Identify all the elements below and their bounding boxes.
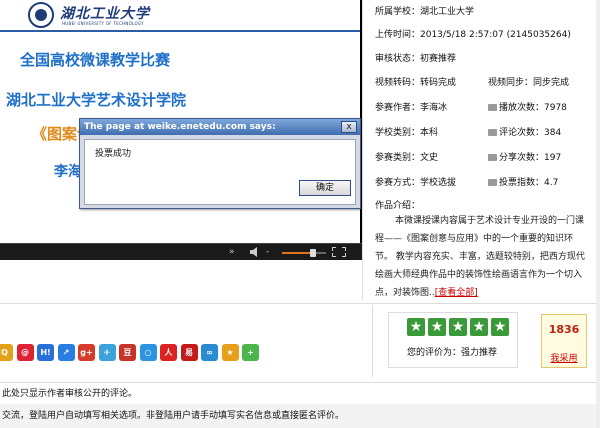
info-sync: 视频同步：同步完成 [488, 78, 570, 88]
xinhua-share-icon[interactable]: ★ [221, 344, 239, 361]
dialog-body: 投票成功 确定 [84, 139, 356, 205]
slide-title-1: 全国高校微课教学比赛 [20, 51, 171, 69]
university-logo-icon [28, 2, 54, 28]
plays-text: 播放次数：7978 [499, 103, 567, 113]
more-share-icon[interactable]: + [242, 344, 259, 361]
renren-share-icon[interactable]: @ [16, 344, 34, 361]
star-icon[interactable]: ★ [470, 318, 488, 336]
page-scrollbar[interactable] [596, 0, 600, 428]
people-share-icon[interactable]: 人 [160, 344, 177, 361]
wangyi-share-icon[interactable]: 易 [180, 344, 198, 361]
description: 本微课授课内容属于艺术设计专业开设的一门课程——《图案创意与应用》中的一个重要的… [375, 212, 590, 302]
vote-count: 1836 [548, 323, 580, 336]
info-school: 所属学校：湖北工业大学 [375, 7, 475, 17]
section-divider [0, 303, 600, 304]
comment-instructions: 交流，登陆用户自动填写相关选项。非登陆用户请手动填写实名信息或直接匿名评价。 [0, 404, 600, 428]
rating-panel: ★ ★ ★ ★ ★ 您的评价为：强力推荐 [388, 312, 518, 368]
star-icon[interactable]: ★ [491, 318, 509, 336]
comment-notice: 此处只显示作者审核公开的评论。 [0, 382, 600, 404]
info-intro-label: 作品介绍： [375, 201, 421, 211]
dialog-message: 投票成功 [95, 149, 132, 159]
info-school-category: 学校类别：本科 [375, 128, 439, 138]
twitter-share-icon[interactable]: ✈ [98, 344, 116, 361]
dialog-ok-button[interactable]: 确定 [299, 180, 351, 196]
dialog-title: The page at weike.enetedu.com says: [80, 119, 360, 135]
hi-share-icon[interactable]: H! [37, 344, 54, 361]
column-divider [362, 0, 363, 300]
star-icon[interactable]: ★ [428, 318, 446, 336]
view-all-link[interactable]: [查看全部] [435, 288, 478, 298]
volume-slider[interactable] [282, 249, 326, 257]
rating-label: 您的评价为：强力推荐 [407, 348, 498, 358]
comments-text: 评论次数：384 [499, 128, 562, 138]
play-count-icon [488, 104, 497, 111]
info-plays: 播放次数：7978 [488, 100, 567, 113]
logo-text: 湖北工业大学 [60, 6, 150, 22]
share-count-icon [488, 154, 497, 161]
star-icon[interactable]: ★ [407, 318, 425, 336]
vote-box: 1836 我采用 [541, 314, 587, 368]
info-shares: 分享次数：197 [488, 150, 561, 163]
slide-title-4: 李海 [54, 164, 82, 180]
info-comments: 评论次数：384 [488, 125, 561, 138]
star-icon[interactable]: ★ [449, 318, 467, 336]
mop-share-icon[interactable]: ∞ [201, 344, 218, 361]
description-text: 本微课授课内容属于艺术设计专业开设的一门课程——《图案创意与应用》中的一个重要的… [375, 216, 585, 298]
info-transcode: 视频转码：转码完成 [375, 78, 457, 88]
vote-index-icon [488, 179, 497, 186]
vote-index-text: 投票指数：4.7 [499, 178, 559, 188]
googleplus-share-icon[interactable]: g+ [78, 344, 95, 361]
douban-share-icon[interactable]: 豆 [119, 344, 136, 361]
sohu-share-icon[interactable]: ○ [139, 344, 157, 361]
volume-fill [282, 252, 313, 254]
adopt-button[interactable]: 我采用 [545, 351, 583, 365]
dialog-close-button[interactable]: x [341, 121, 357, 133]
alert-dialog: The page at weike.enetedu.com says: x 投票… [79, 118, 361, 209]
info-review-status: 审核状态：初赛推荐 [375, 54, 457, 64]
share-bar [0, 305, 373, 377]
slide-title-2: 湖北工业大学艺术设计学院 [6, 91, 187, 109]
volume-minus-icon[interactable]: - [266, 247, 269, 257]
player-controls: » - [0, 243, 362, 260]
info-method: 参赛方式：学校选拔 [375, 178, 457, 188]
kaixin-share-icon[interactable]: ↗ [57, 344, 75, 361]
slide-divider [0, 30, 360, 32]
info-entry-category: 参赛类别：文史 [375, 153, 439, 163]
fullscreen-icon[interactable] [332, 247, 346, 260]
shares-text: 分享次数：197 [499, 153, 562, 163]
next-button[interactable]: » [229, 247, 235, 257]
info-author: 参赛作者：李海冰 [375, 103, 448, 113]
volume-knob[interactable] [309, 249, 316, 257]
info-vote-index: 投票指数：4.7 [488, 175, 558, 188]
volume-icon[interactable] [250, 247, 262, 260]
logo-subtitle: HUBEI UNIVERSITY OF TECHNOLOGY [62, 21, 144, 26]
qzone-share-icon[interactable]: Q [0, 344, 13, 361]
info-upload-time: 上传时间：2013/5/18 2:57:07 (2145035264) [375, 30, 571, 40]
comment-count-icon [488, 129, 497, 136]
